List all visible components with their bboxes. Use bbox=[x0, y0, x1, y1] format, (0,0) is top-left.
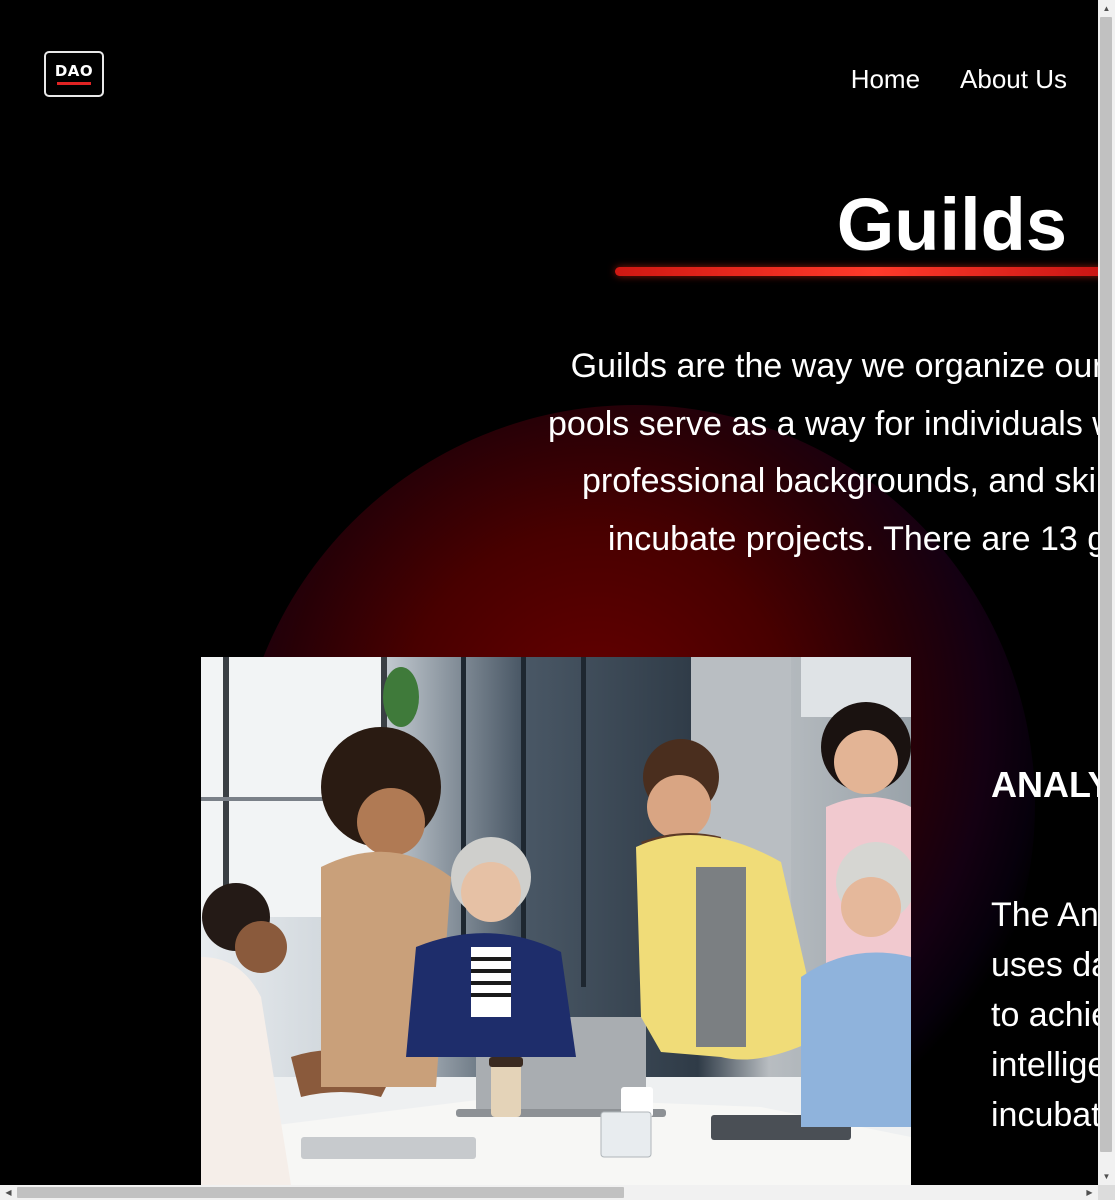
team-meeting-illustration bbox=[201, 657, 911, 1185]
horizontal-scroll-thumb[interactable] bbox=[17, 1187, 624, 1198]
nav-about-link[interactable]: About Us bbox=[960, 63, 1067, 95]
guild-description: The An uses da to achie intellige incuba… bbox=[991, 890, 1098, 1140]
scrollbar-corner bbox=[1098, 1185, 1115, 1200]
arrow-left-icon[interactable]: ◀ bbox=[0, 1185, 17, 1200]
logo-text: DAO bbox=[54, 62, 94, 80]
guild-desc-line: intellige bbox=[991, 1046, 1098, 1084]
vertical-scrollbar[interactable]: ▲ ▼ bbox=[1098, 0, 1115, 1185]
guild-desc-line: uses da bbox=[991, 946, 1098, 984]
guild-desc-line: The An bbox=[991, 896, 1098, 934]
main-nav: Home About Us bbox=[851, 63, 1067, 95]
guild-title: ANALY bbox=[991, 764, 1098, 805]
logo-underline bbox=[57, 82, 91, 85]
intro-line: professional backgrounds, and skills to bbox=[582, 462, 1098, 500]
intro-line: pools serve as a way for individuals who… bbox=[548, 404, 1098, 443]
vertical-scroll-thumb[interactable] bbox=[1100, 17, 1112, 1152]
intro-paragraph: Guilds are the way we organize our cont … bbox=[424, 338, 1098, 568]
arrow-right-icon[interactable]: ▶ bbox=[1081, 1185, 1098, 1200]
team-meeting-photo bbox=[201, 657, 911, 1185]
arrow-up-icon[interactable]: ▲ bbox=[1098, 0, 1115, 17]
guild-desc-line: incubat bbox=[991, 1096, 1098, 1134]
title-underline bbox=[615, 267, 1098, 276]
guild-desc-line: to achie bbox=[991, 996, 1098, 1034]
page-title: Guilds bbox=[836, 183, 1067, 266]
page-viewport: DAO Home About Us Guilds Guilds are the … bbox=[0, 0, 1098, 1185]
intro-line: incubate projects. There are 13 guil bbox=[607, 519, 1098, 558]
arrow-down-icon[interactable]: ▼ bbox=[1098, 1168, 1115, 1185]
horizontal-scrollbar[interactable]: ◀ ▶ bbox=[0, 1185, 1098, 1200]
dao-logo[interactable]: DAO bbox=[44, 51, 104, 97]
nav-home-link[interactable]: Home bbox=[851, 63, 920, 95]
intro-line: Guilds are the way we organize our cont bbox=[570, 347, 1098, 385]
